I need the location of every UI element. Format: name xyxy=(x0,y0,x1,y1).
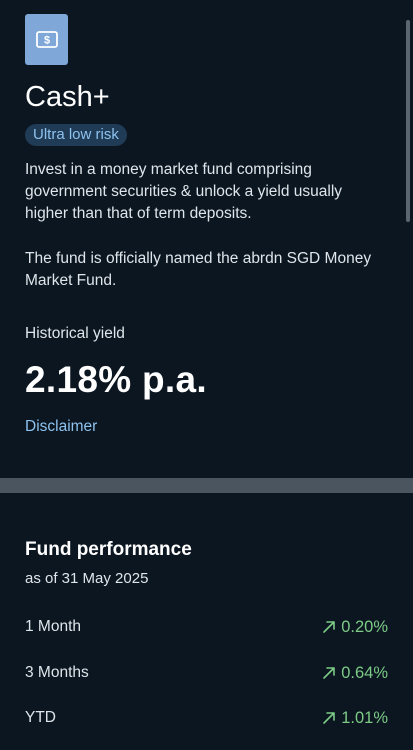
performance-value: 0.64% xyxy=(341,664,388,682)
dollar-bill-icon: $ xyxy=(25,14,68,65)
official-fund-name: The fund is officially named the abrdn S… xyxy=(25,250,372,289)
risk-badge: Ultra low risk xyxy=(25,124,127,146)
product-overview-section: $ Cash+ Ultra low risk Invest in a money… xyxy=(0,0,413,478)
svg-text:$: $ xyxy=(43,35,49,47)
product-description: Invest in a money market fund comprising… xyxy=(25,161,343,222)
trend-up-arrow-icon xyxy=(321,665,337,681)
trend-up-arrow-icon xyxy=(321,619,337,635)
scrollbar[interactable] xyxy=(406,20,410,222)
page-title: Cash+ xyxy=(25,81,110,113)
fund-performance-title: Fund performance xyxy=(25,539,192,560)
performance-row-1-month: 1 Month 0.20% xyxy=(25,615,388,639)
performance-row-3-months: 3 Months 0.64% xyxy=(25,661,388,685)
historical-yield-label: Historical yield xyxy=(25,325,125,342)
performance-period-label: 1 Month xyxy=(25,618,82,635)
performance-row-ytd: YTD 1.01% xyxy=(25,706,388,730)
section-divider xyxy=(0,478,413,493)
fund-performance-date: as of 31 May 2025 xyxy=(25,570,149,587)
performance-period-label: 3 Months xyxy=(25,664,89,681)
disclaimer-link[interactable]: Disclaimer xyxy=(25,416,97,438)
trend-up-arrow-icon xyxy=(321,710,337,726)
performance-value: 1.01% xyxy=(341,709,388,727)
historical-yield-value: 2.18% p.a. xyxy=(25,359,207,400)
performance-value: 0.20% xyxy=(341,618,388,636)
performance-period-label: YTD xyxy=(25,709,56,726)
